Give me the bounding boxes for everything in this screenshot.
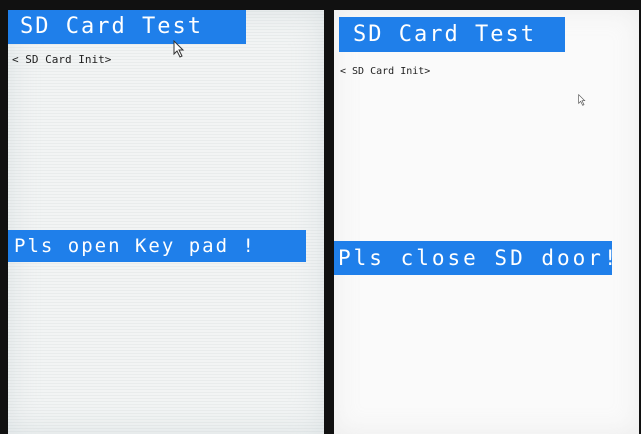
- mouse-pointer-icon: [578, 94, 586, 106]
- sd-card-init-label: < SD Card Init>: [12, 53, 112, 66]
- left-device-screen: SD Card Test < SD Card Init> Pls open Ke…: [8, 10, 324, 434]
- right-device-screen: SD Card Test < SD Card Init> Pls close S…: [334, 10, 639, 434]
- status-message: Pls close SD door!: [334, 241, 617, 275]
- status-message: Pls open Key pad !: [8, 230, 306, 262]
- screen-title: SD Card Test: [339, 17, 565, 52]
- sd-card-init-label: < SD Card Init>: [340, 66, 431, 77]
- mouse-pointer-icon: [173, 40, 185, 58]
- screen-title: SD Card Test: [8, 10, 246, 44]
